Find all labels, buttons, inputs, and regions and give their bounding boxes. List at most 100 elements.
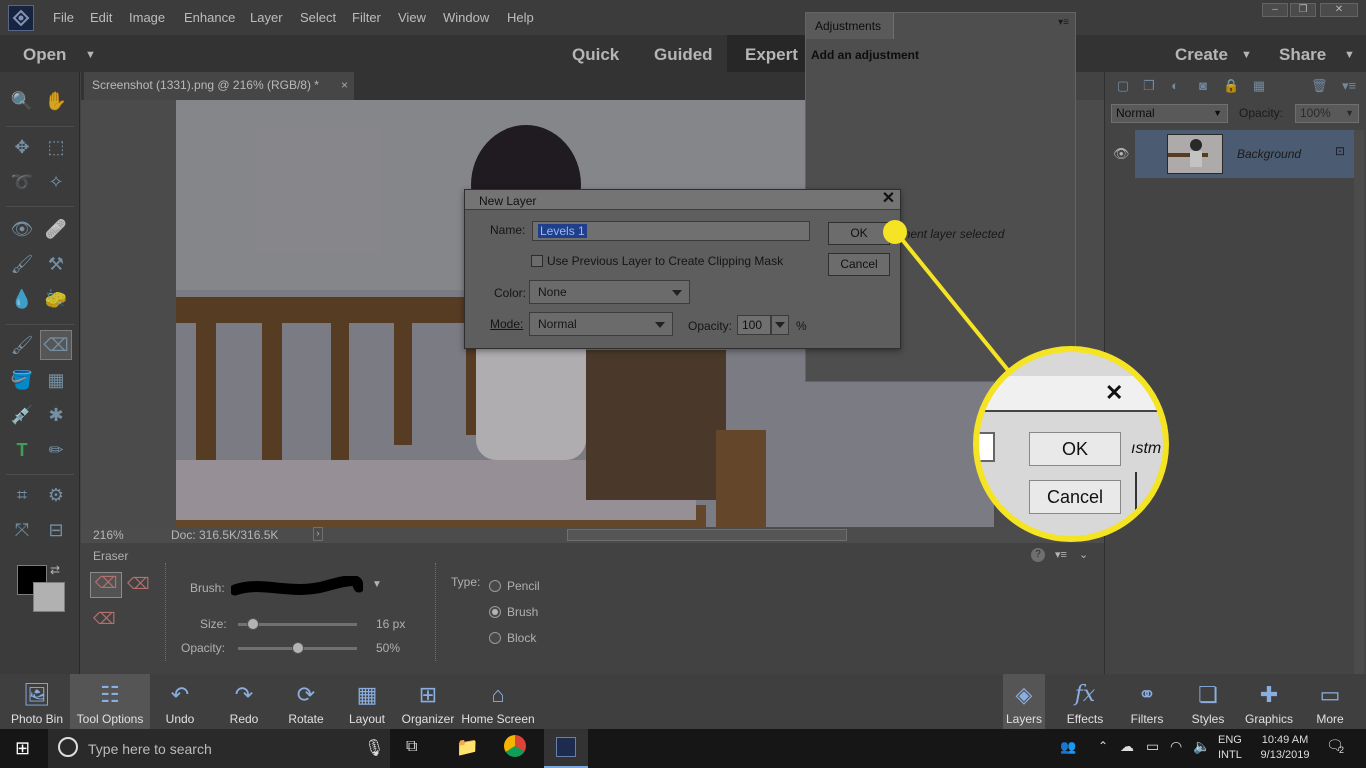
graphics-button[interactable]: ✚ Graphics: [1244, 674, 1294, 729]
more-button[interactable]: ▭ More: [1310, 674, 1350, 729]
layout-button[interactable]: ▦ Layout: [344, 674, 390, 729]
task-view-icon[interactable]: ⧉: [406, 738, 417, 756]
layout-icon: ▦: [356, 682, 378, 707]
undo-label: Undo: [165, 712, 195, 726]
redo-button[interactable]: ↷ Redo: [222, 674, 266, 729]
chevron-down-icon: [655, 322, 665, 328]
color-label: Color:: [494, 286, 527, 300]
windows-taskbar: ⊞ Type here to search 🎙 ⧉ 📁 👥 ⌃ ☁ ▭ ◠ 🔈 …: [0, 729, 1366, 768]
effects-icon: fx: [1074, 682, 1096, 707]
layout-label: Layout: [348, 712, 386, 726]
organizer-icon: ⊞: [418, 682, 438, 707]
chrome-icon[interactable]: [504, 735, 526, 757]
effects-button[interactable]: fx Effects: [1064, 674, 1106, 729]
clipping-mask-checkbox[interactable]: [531, 255, 543, 267]
mode-value: Normal: [538, 317, 577, 331]
more-label: More: [1316, 712, 1344, 726]
volume-icon[interactable]: 🔈: [1193, 738, 1210, 755]
undo-button[interactable]: ↶ Undo: [158, 674, 202, 729]
zoom-ok-button: OK: [1029, 432, 1121, 466]
bottom-bar: 🖼 Photo Bin ☷ Tool Options ↶ Undo ↷ Redo…: [0, 674, 1366, 729]
undo-icon: ↶: [170, 682, 190, 707]
layers-button[interactable]: ◈ Layers: [1003, 674, 1045, 729]
zoom-cancel-button: Cancel: [1029, 480, 1121, 514]
dialog-titlebar: New Layer ✕: [465, 190, 900, 210]
elements-app-icon: [556, 737, 576, 757]
opacity-unit: %: [796, 319, 807, 333]
cloud-icon[interactable]: ☁: [1120, 738, 1134, 755]
rotate-button[interactable]: ⟳ Rotate: [282, 674, 330, 729]
home-screen-label: Home Screen: [461, 712, 535, 726]
layers-icon: ◈: [1015, 682, 1033, 707]
zoom-titlebar: [979, 376, 1163, 412]
opacity-input-value: 100: [742, 318, 763, 332]
elements-taskbar-button[interactable]: [544, 729, 588, 768]
organizer-button[interactable]: ⊞ Organizer: [400, 674, 456, 729]
chevron-up-icon[interactable]: ⌃: [1098, 739, 1108, 753]
modal-overlay: [0, 0, 1366, 729]
notification-count: 2: [1339, 745, 1345, 755]
close-icon: ✕: [1105, 380, 1124, 405]
tool-options-button[interactable]: ☷ Tool Options: [70, 674, 150, 729]
clock-date: 9/13/2019: [1260, 749, 1310, 761]
keyboard-layout: INTL: [1218, 749, 1242, 761]
graphics-icon: ✚: [1259, 682, 1279, 707]
cancel-button[interactable]: Cancel: [828, 253, 890, 276]
layers-label: Layers: [1005, 712, 1043, 726]
windows-start-icon[interactable]: ⊞: [15, 738, 30, 759]
mode-label: Mode:: [490, 317, 524, 331]
photo-bin-icon: 🖼: [23, 682, 51, 707]
layer-name-value: Levels 1: [538, 224, 587, 238]
file-explorer-icon[interactable]: 📁: [456, 737, 478, 758]
more-icon: ▭: [1319, 682, 1341, 707]
language-indicator[interactable]: ENG INTL: [1218, 733, 1242, 763]
microphone-icon[interactable]: 🎙: [364, 738, 384, 758]
filters-button[interactable]: ⚭ Filters: [1126, 674, 1168, 729]
ok-button[interactable]: OK: [828, 222, 890, 245]
styles-label: Styles: [1191, 712, 1225, 726]
home-screen-button[interactable]: ⌂ Home Screen: [460, 674, 536, 729]
chevron-down-icon: [672, 290, 682, 296]
opacity-input[interactable]: 100: [737, 315, 771, 335]
battery-icon[interactable]: ▭: [1146, 738, 1159, 755]
photo-bin-button[interactable]: 🖼 Photo Bin: [6, 674, 68, 729]
callout-dot: [883, 220, 907, 244]
search-icon: [58, 737, 78, 757]
people-icon[interactable]: 👥: [1060, 739, 1076, 755]
zoom-name-field: [979, 432, 995, 462]
clock[interactable]: 10:49 AM 9/13/2019: [1255, 733, 1315, 763]
effects-label: Effects: [1066, 712, 1104, 726]
search-placeholder: Type here to search: [88, 741, 212, 757]
rotate-label: Rotate: [288, 712, 324, 726]
layer-name-input[interactable]: Levels 1: [532, 221, 810, 241]
tool-options-icon: ☷: [100, 682, 120, 707]
name-label: Name:: [490, 223, 526, 237]
photo-bin-label: Photo Bin: [10, 712, 64, 726]
close-icon[interactable]: ✕: [880, 191, 897, 208]
zoom-divider: [1135, 472, 1137, 532]
mode-select[interactable]: Normal: [529, 312, 673, 336]
redo-icon: ↷: [234, 682, 254, 707]
zoom-callout: ✕ OK Cancel ıstm: [973, 346, 1169, 542]
organizer-label: Organizer: [401, 712, 455, 726]
tool-options-label: Tool Options: [76, 712, 144, 726]
language-code: ENG: [1218, 734, 1242, 746]
redo-label: Redo: [229, 712, 259, 726]
color-select[interactable]: None: [529, 280, 690, 304]
styles-icon: ❏: [1198, 682, 1218, 707]
clipping-mask-label: Use Previous Layer to Create Clipping Ma…: [547, 254, 784, 268]
zoom-partial-text: ıstm: [1131, 440, 1162, 457]
opacity-label: Opacity:: [688, 319, 733, 333]
dialog-title: New Layer: [479, 194, 537, 208]
styles-button[interactable]: ❏ Styles: [1187, 674, 1229, 729]
wifi-icon[interactable]: ◠: [1170, 738, 1182, 755]
filters-label: Filters: [1130, 712, 1164, 726]
filters-icon: ⚭: [1137, 682, 1157, 707]
graphics-label: Graphics: [1244, 712, 1294, 726]
opacity-dropdown[interactable]: [771, 315, 789, 335]
new-layer-dialog: New Layer ✕ Name: Levels 1 OK Cancel Use…: [464, 189, 901, 349]
home-icon: ⌂: [491, 682, 505, 707]
taskbar-search-box[interactable]: Type here to search 🎙: [48, 729, 390, 768]
chevron-down-icon: [775, 322, 785, 328]
rotate-icon: ⟳: [296, 682, 316, 707]
